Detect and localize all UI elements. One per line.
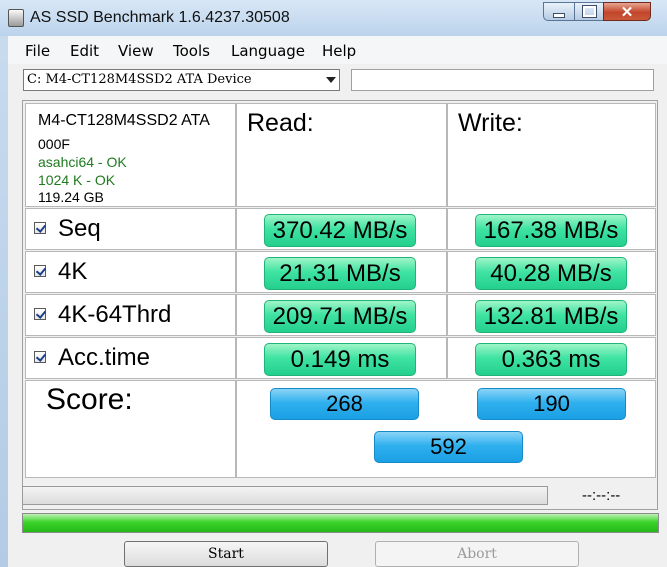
seq-write-cell: 167.38 MB/s xyxy=(447,208,656,250)
read-header-cell: Read: xyxy=(236,103,447,207)
row-acctime-label-cell: Acc.time xyxy=(25,337,236,379)
menu-help[interactable]: Help xyxy=(322,42,356,60)
check-icon xyxy=(35,308,47,319)
alignment-status: 1024 K - OK xyxy=(38,172,116,188)
info-field xyxy=(351,69,654,91)
4k-write-result: 40.28 MB/s xyxy=(475,257,627,290)
driver-status: asahci64 - OK xyxy=(38,154,127,170)
window-title: AS SSD Benchmark 1.6.4237.30508 xyxy=(30,9,290,26)
drive-size: 119.24 GB xyxy=(38,189,104,205)
4k-label: 4K xyxy=(58,258,88,285)
client-area: File Edit View Tools Language Help C: M4… xyxy=(8,36,667,567)
test-progress-bar xyxy=(22,486,548,505)
seq-label: Seq xyxy=(58,215,101,242)
4k64-label: 4K-64Thrd xyxy=(58,301,172,328)
4k-read-cell: 21.31 MB/s xyxy=(236,251,447,293)
menu-language[interactable]: Language xyxy=(231,42,305,60)
minimize-icon xyxy=(553,13,565,18)
firmware-version: 000F xyxy=(38,136,70,152)
check-icon xyxy=(35,351,47,362)
write-header-cell: Write: xyxy=(447,103,656,207)
score-label-cell: Score: xyxy=(25,380,236,478)
acctime-checkbox[interactable] xyxy=(34,351,47,363)
4k64-write-result: 132.81 MB/s xyxy=(475,300,627,333)
score-total: 592 xyxy=(374,431,523,463)
title-bar[interactable]: AS SSD Benchmark 1.6.4237.30508 ✕ xyxy=(0,0,667,36)
app-window: AS SSD Benchmark 1.6.4237.30508 ✕ File E… xyxy=(0,0,667,567)
seq-read-result: 370.42 MB/s xyxy=(264,214,416,247)
results-grid: M4-CT128M4SSD2 ATA 000F asahci64 - OK 10… xyxy=(22,100,658,510)
elapsed-time: --:--:-- xyxy=(582,487,621,504)
device-info-panel: M4-CT128M4SSD2 ATA 000F asahci64 - OK 10… xyxy=(25,103,236,207)
acctime-write-cell: 0.363 ms xyxy=(447,337,656,379)
4k64-checkbox[interactable] xyxy=(34,308,47,320)
app-icon xyxy=(8,9,24,27)
drive-select-value: C: M4-CT128M4SSD2 ATA Device xyxy=(27,72,252,87)
close-button[interactable]: ✕ xyxy=(603,2,651,21)
overall-progress-bar xyxy=(22,513,659,533)
abort-button[interactable]: Abort xyxy=(375,541,579,567)
score-label: Score: xyxy=(46,383,133,416)
chevron-down-icon[interactable] xyxy=(326,77,336,83)
row-seq-label-cell: Seq xyxy=(25,208,236,250)
menu-tools[interactable]: Tools xyxy=(173,42,210,60)
overall-progress-fill xyxy=(23,514,658,532)
write-header: Write: xyxy=(458,109,523,137)
read-header: Read: xyxy=(247,109,314,137)
check-icon xyxy=(35,222,47,233)
acctime-read-result: 0.149 ms xyxy=(264,343,416,376)
seq-read-cell: 370.42 MB/s xyxy=(236,208,447,250)
4k-checkbox[interactable] xyxy=(34,265,47,277)
seq-checkbox[interactable] xyxy=(34,222,47,234)
score-read: 268 xyxy=(270,388,419,420)
score-values-cell: 268 190 592 xyxy=(236,380,656,478)
row-4k-label-cell: 4K xyxy=(25,251,236,293)
acctime-label: Acc.time xyxy=(58,344,151,371)
menu-file[interactable]: File xyxy=(25,42,50,60)
acctime-read-cell: 0.149 ms xyxy=(236,337,447,379)
maximize-button[interactable] xyxy=(574,2,604,21)
score-write: 190 xyxy=(477,388,626,420)
window-controls: ✕ xyxy=(543,2,667,22)
drive-select[interactable]: C: M4-CT128M4SSD2 ATA Device xyxy=(23,69,340,91)
menu-edit[interactable]: Edit xyxy=(70,42,99,60)
minimize-button[interactable] xyxy=(543,2,575,21)
menu-view[interactable]: View xyxy=(118,42,154,60)
4k-write-cell: 40.28 MB/s xyxy=(447,251,656,293)
menu-bar: File Edit View Tools Language Help xyxy=(8,36,667,64)
seq-write-result: 167.38 MB/s xyxy=(475,214,627,247)
acctime-write-result: 0.363 ms xyxy=(475,343,627,376)
check-icon xyxy=(35,265,47,276)
device-name: M4-CT128M4SSD2 ATA xyxy=(38,112,210,129)
4k64-read-result: 209.71 MB/s xyxy=(264,300,416,333)
row-4k64-label-cell: 4K-64Thrd xyxy=(25,294,236,336)
start-button[interactable]: Start xyxy=(124,541,328,567)
4k-read-result: 21.31 MB/s xyxy=(264,257,416,290)
maximize-icon xyxy=(581,5,597,18)
close-icon: ✕ xyxy=(620,3,634,21)
4k64-write-cell: 132.81 MB/s xyxy=(447,294,656,336)
4k64-read-cell: 209.71 MB/s xyxy=(236,294,447,336)
